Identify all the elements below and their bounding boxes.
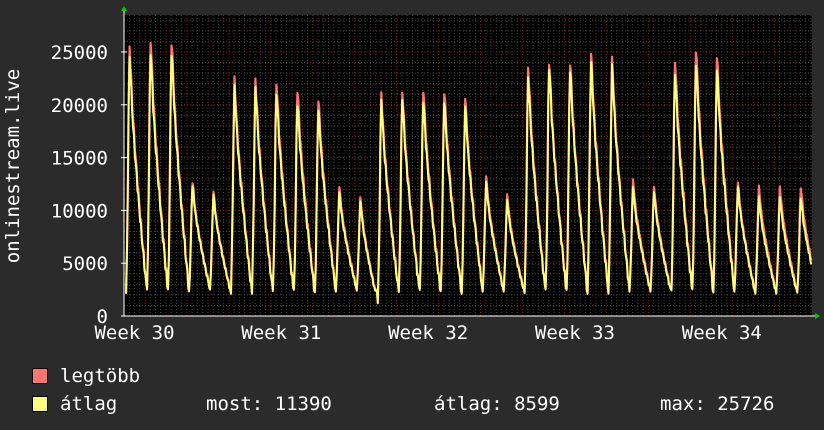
max-swatch (32, 368, 48, 384)
y-axis-arrow (121, 6, 127, 11)
y-tick-label: 10000 (51, 200, 108, 222)
x-tick-label: Week 34 (682, 322, 762, 344)
legend: legtöbb átlag most: 11390 átlag: 8599 ma… (32, 362, 774, 418)
x-tick-label: Week 32 (388, 322, 468, 344)
x-tick-label: Week 30 (94, 322, 174, 344)
y-axis-label: onlinestream.live (2, 69, 24, 263)
legend-item-avg: átlag most: 11390 átlag: 8599 max: 25726 (32, 390, 774, 418)
stat-max: max: 25726 (660, 393, 775, 415)
stat-now: most: 11390 (206, 393, 332, 415)
x-tick-label: Week 33 (535, 322, 615, 344)
legend-item-max: legtöbb (32, 362, 140, 390)
y-tick-label: 20000 (51, 95, 108, 117)
y-tick-label: 5000 (62, 253, 108, 275)
legend-max-label: legtöbb (60, 365, 141, 387)
x-tick-label: Week 31 (241, 322, 321, 344)
y-tick-label: 15000 (51, 148, 108, 170)
x-axis-arrow (815, 313, 820, 319)
y-tick-label: 25000 (51, 42, 108, 64)
stat-avg: átlag: 8599 (434, 393, 560, 415)
avg-swatch (32, 396, 48, 412)
legend-avg-label: átlag (60, 393, 118, 415)
